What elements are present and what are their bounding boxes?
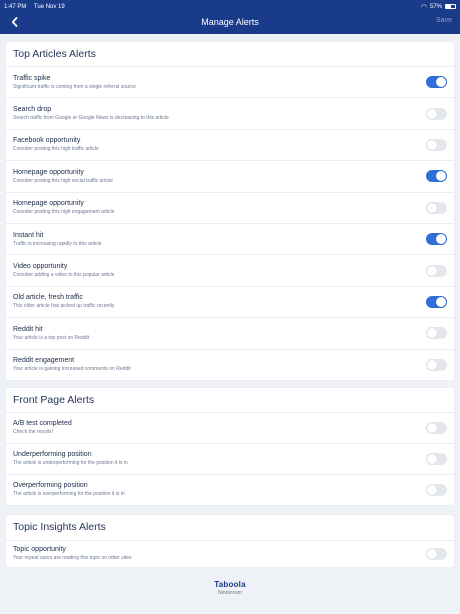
alert-title: Traffic spike <box>13 74 51 82</box>
toggle-knob <box>427 548 437 559</box>
alert-description: Your article is a top post on Reddit <box>13 334 89 341</box>
status-bar: 1:47 PM Tue Nov 19 ◠ 57% <box>4 2 456 11</box>
brand-logo: Taboola <box>214 580 246 589</box>
alert-description: This older article has picked up traffic… <box>13 303 115 310</box>
top-bar: 1:47 PM Tue Nov 19 ◠ 57% Manage Alerts S… <box>0 0 460 34</box>
toggle-knob <box>436 77 446 88</box>
alert-description: Your article is gaining increased commen… <box>13 366 131 373</box>
alert-title: Old article, fresh traffic <box>13 294 83 302</box>
toggle-knob <box>436 234 446 245</box>
alert-row: Old article, fresh traffic This older art… <box>6 285 454 317</box>
alert-title: Facebook opportunity <box>13 137 81 145</box>
alert-toggle[interactable] <box>426 264 447 277</box>
alert-toggle[interactable] <box>426 295 447 308</box>
alert-toggle[interactable] <box>426 358 447 371</box>
alert-toggle[interactable] <box>426 138 447 151</box>
alert-description: Consider posting this high engagement ar… <box>13 209 115 216</box>
battery-percent: 57% <box>429 3 442 10</box>
toggle-knob <box>427 359 437 370</box>
section-title: Front Page Alerts <box>13 393 95 406</box>
battery-icon <box>445 4 456 9</box>
alert-description: The article is overperforming for the po… <box>13 491 125 498</box>
alert-toggle[interactable] <box>426 452 447 465</box>
alert-title: Instant hit <box>13 231 44 239</box>
alert-title: Topic opportunity <box>13 546 66 554</box>
toggle-knob <box>427 328 437 339</box>
footer: Taboola Newsroom <box>0 580 460 596</box>
alert-toggle[interactable] <box>426 327 447 340</box>
toggle-knob <box>436 171 446 182</box>
alert-toggle[interactable] <box>426 233 447 246</box>
alert-title: Underperforming position <box>13 451 92 459</box>
alert-description: The article is underperforming for the p… <box>13 460 128 467</box>
alert-row: Underperforming position The article is u… <box>6 442 454 474</box>
section-title: Topic Insights Alerts <box>13 521 106 534</box>
alert-description: Consider posting this high social traffi… <box>13 177 113 184</box>
toggle-knob <box>427 265 437 276</box>
chevron-left-icon <box>11 17 17 27</box>
alert-row: Overperforming position The article is ov… <box>6 473 454 505</box>
alert-description: Search traffic from Google or Google New… <box>13 115 169 122</box>
section-title: Top Articles Alerts <box>13 48 96 60</box>
alert-title: A/B test completed <box>13 420 72 428</box>
alert-row: Homepage opportunity Consider posting thi… <box>6 191 454 223</box>
alert-description: Consider posting this high traffic artic… <box>13 146 99 153</box>
section-topic-insights: Topic Insights Alerts Topic opportunity Y… <box>6 514 454 567</box>
status-time: 1:47 PM <box>4 3 27 10</box>
toggle-knob <box>436 296 446 307</box>
alert-description: Your repeat users are reading this topic… <box>13 555 132 562</box>
alert-row: A/B test completed Check the results! <box>6 411 454 443</box>
save-button[interactable]: Save <box>436 17 452 24</box>
section-front-page: Front Page Alerts A/B test completed Chec… <box>6 387 454 505</box>
alert-toggle[interactable] <box>426 170 447 183</box>
page-title: Manage Alerts <box>201 17 259 27</box>
alert-row: Reddit engagement Your article is gaining… <box>6 348 454 380</box>
alert-row: Instant hit Traffic is increasing rapidly… <box>6 222 454 254</box>
toggle-knob <box>427 484 437 495</box>
toggle-knob <box>427 422 437 433</box>
alert-title: Video opportunity <box>13 263 68 271</box>
alert-toggle[interactable] <box>426 483 447 496</box>
alert-title: Reddit engagement <box>13 357 75 365</box>
brand-product: Newsroom <box>218 590 242 596</box>
alert-toggle[interactable] <box>426 201 447 214</box>
alert-description: Check the results! <box>13 429 54 436</box>
alert-description: Traffic is increasing rapidly to this ar… <box>13 240 102 247</box>
alert-title: Overperforming position <box>13 482 88 490</box>
wifi-icon: ◠ <box>420 3 427 11</box>
alert-title: Reddit hit <box>13 325 43 333</box>
alert-row: Traffic spike Significant traffic is comi… <box>6 66 454 97</box>
alert-row: Homepage opportunity Consider posting thi… <box>6 160 454 191</box>
back-button[interactable] <box>7 15 21 29</box>
toggle-knob <box>427 139 437 150</box>
alert-description: Significant traffic is coming from a sin… <box>13 83 136 90</box>
alert-title: Homepage opportunity <box>13 200 84 208</box>
alert-toggle[interactable] <box>426 76 447 89</box>
alert-toggle[interactable] <box>426 107 447 120</box>
alert-toggle[interactable] <box>426 421 447 434</box>
alert-description: Consider adding a video to this popular … <box>13 272 115 279</box>
alert-row: Topic opportunity Your repeat users are r… <box>6 539 454 567</box>
alert-title: Homepage opportunity <box>13 168 84 176</box>
alert-title: Search drop <box>13 106 52 114</box>
toggle-knob <box>427 108 437 119</box>
alert-row: Reddit hit Your article is a top post on … <box>6 317 454 348</box>
toggle-knob <box>427 453 437 464</box>
alert-toggle[interactable] <box>426 547 447 560</box>
section-top-articles: Top Articles Alerts Traffic spike Signifi… <box>6 42 454 380</box>
status-date: Tue Nov 19 <box>33 3 65 10</box>
alert-row: Video opportunity Consider adding a video… <box>6 254 454 285</box>
navigation-bar: Manage Alerts Save <box>0 12 460 32</box>
alert-row: Facebook opportunity Consider posting thi… <box>6 128 454 160</box>
toggle-knob <box>427 202 437 213</box>
alert-row: Search drop Search traffic from Google or… <box>6 97 454 128</box>
